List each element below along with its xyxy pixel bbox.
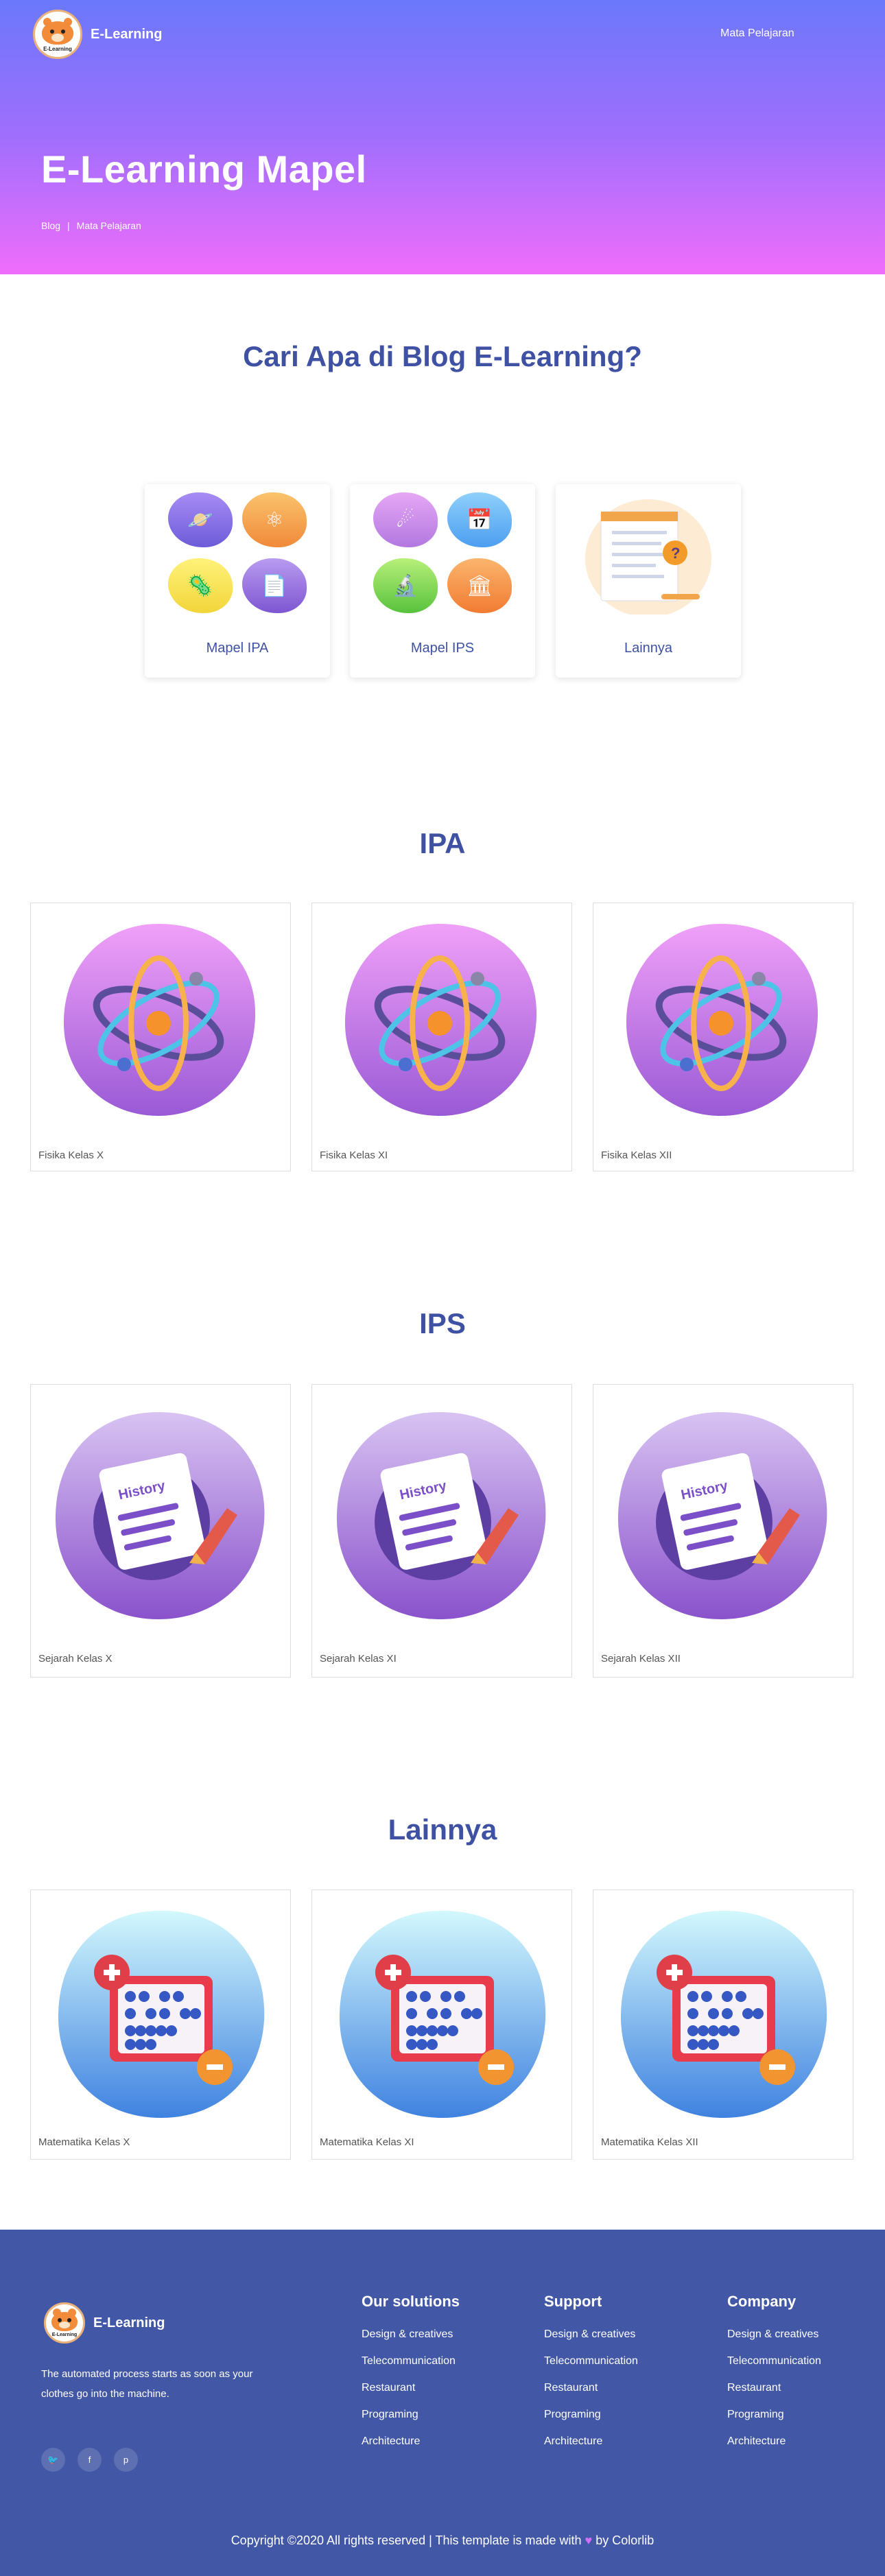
molecule-icon: ⚛ — [242, 492, 307, 547]
footer-column-support: Support Design & creatives Telecommunica… — [544, 2293, 638, 2462]
footer-link[interactable]: Programing — [544, 2409, 638, 2435]
subject-label: Fisika Kelas XI — [320, 1149, 388, 1161]
category-label: Mapel IPS — [410, 641, 475, 656]
footer-link[interactable]: Telecommunication — [727, 2355, 821, 2382]
planet-icon: 🪐 — [168, 492, 233, 547]
subject-label: Matematika Kelas XII — [601, 2136, 698, 2148]
quiz-document-icon: ? — [585, 499, 711, 617]
footer-column-title: Our solutions — [362, 2293, 460, 2310]
atom-icon — [344, 924, 537, 1116]
nav-brand[interactable]: E-Learning — [91, 27, 162, 43]
subject-label: Fisika Kelas XII — [601, 1149, 672, 1161]
category-label: Lainnya — [624, 641, 673, 656]
abacus-icon — [58, 1911, 265, 2118]
history-document-icon: History — [617, 1412, 827, 1619]
orbit-icon: ☄ — [373, 492, 438, 547]
nav-logo[interactable]: E-Learning E-Learning — [33, 10, 162, 59]
subject-card[interactable]: Fisika Kelas X — [30, 903, 291, 1171]
footer-link[interactable]: Architecture — [362, 2435, 460, 2462]
subject-label: Fisika Kelas X — [38, 1149, 104, 1161]
subject-card[interactable]: Fisika Kelas XII — [593, 903, 853, 1171]
hero-header: E-Learning E-Learning Mata Pelajaran E-L… — [0, 0, 885, 274]
section-title-ipa: IPA — [419, 827, 466, 859]
search-section-title: Cari Apa di Blog E-Learning? — [243, 340, 642, 372]
footer-column-title: Company — [727, 2293, 796, 2310]
subject-card[interactable]: Fisika Kelas XI — [311, 903, 572, 1171]
page-title: E-Learning Mapel — [41, 147, 367, 191]
heart-icon: ♥ — [585, 2533, 593, 2547]
footer-link[interactable]: Telecommunication — [362, 2355, 460, 2382]
footer-column-solutions: Our solutions Design & creatives Telecom… — [362, 2293, 460, 2462]
footer-column-company: Company Design & creatives Telecommunica… — [727, 2293, 821, 2462]
copyright-text: Copyright ©2020 All rights reserved | Th… — [231, 2533, 582, 2547]
social-links: 🐦 f p — [41, 2448, 138, 2472]
footer-link[interactable]: Architecture — [727, 2435, 821, 2462]
subject-label: Matematika Kelas XI — [320, 2136, 414, 2148]
document-icon: 📄 — [242, 558, 307, 613]
colorlib-link[interactable]: by Colorlib — [595, 2533, 654, 2547]
copyright: Copyright ©2020 All rights reserved | Th… — [0, 2533, 885, 2548]
footer-link[interactable]: Design & creatives — [727, 2328, 821, 2355]
microscope-icon: 🔬 — [373, 558, 438, 613]
category-card-ips[interactable]: ☄ 📅 🔬 🏛 Mapel IPS — [350, 484, 535, 678]
footer-logo[interactable]: E-Learning E-Learning — [44, 2302, 165, 2344]
category-label: Mapel IPA — [206, 641, 269, 656]
subject-label: Matematika Kelas X — [38, 2136, 130, 2148]
category-card-ipa[interactable]: 🪐 ⚛ 🦠 📄 Mapel IPA — [145, 484, 330, 678]
subject-card[interactable]: Matematika Kelas X — [30, 1889, 291, 2160]
footer-description: The automated process starts as soon as … — [41, 2368, 253, 2400]
breadcrumb-separator: | — [67, 220, 70, 231]
footer-link[interactable]: Programing — [362, 2409, 460, 2435]
section-title-ips: IPS — [419, 1307, 466, 1339]
subject-card[interactable]: Matematika Kelas XII — [593, 1889, 853, 2160]
twitter-icon[interactable]: 🐦 — [41, 2448, 65, 2472]
breadcrumb: Blog | Mata Pelajaran — [41, 220, 141, 231]
breadcrumb-home[interactable]: Blog — [41, 220, 60, 231]
footer-link[interactable]: Restaurant — [362, 2382, 460, 2409]
subject-card[interactable]: Matematika Kelas XI — [311, 1889, 572, 2160]
pinterest-icon[interactable]: p — [114, 2448, 138, 2472]
abacus-icon — [620, 1911, 827, 2118]
footer-link[interactable]: Design & creatives — [544, 2328, 638, 2355]
facebook-icon[interactable]: f — [78, 2448, 102, 2472]
footer-link[interactable]: Design & creatives — [362, 2328, 460, 2355]
subject-label: Sejarah Kelas X — [38, 1653, 113, 1665]
atom-icon — [63, 924, 256, 1116]
svg-text:?: ? — [671, 545, 680, 562]
subject-label: Sejarah Kelas XI — [320, 1653, 397, 1665]
footer: E-Learning E-Learning The automated proc… — [0, 2230, 885, 2576]
history-document-icon: History — [55, 1412, 265, 1619]
bacteria-icon: 🦠 — [168, 558, 233, 613]
footer-link[interactable]: Architecture — [544, 2435, 638, 2462]
history-document-icon: History — [336, 1412, 546, 1619]
building-icon: 🏛 — [447, 558, 512, 613]
footer-brand: E-Learning — [93, 2315, 165, 2330]
tiger-logo-icon: E-Learning — [44, 2302, 85, 2344]
footer-link[interactable]: Restaurant — [727, 2382, 821, 2409]
subject-card[interactable]: History Sejarah Kelas X — [30, 1384, 291, 1678]
footer-link[interactable]: Telecommunication — [544, 2355, 638, 2382]
tiger-logo-icon: E-Learning — [33, 10, 82, 59]
calendar-icon: 📅 — [447, 492, 512, 547]
subject-card[interactable]: History Sejarah Kelas XI — [311, 1384, 572, 1678]
subject-label: Sejarah Kelas XII — [601, 1653, 681, 1665]
nav-link-mata-pelajaran[interactable]: Mata Pelajaran — [720, 27, 794, 40]
atom-icon — [626, 924, 818, 1116]
footer-column-title: Support — [544, 2293, 602, 2310]
footer-link[interactable]: Restaurant — [544, 2382, 638, 2409]
footer-link[interactable]: Programing — [727, 2409, 821, 2435]
section-title-lainnya: Lainnya — [388, 1813, 497, 1846]
subject-card[interactable]: History Sejarah Kelas XII — [593, 1384, 853, 1678]
breadcrumb-current: Mata Pelajaran — [76, 220, 141, 231]
category-card-lainnya[interactable]: ? Lainnya — [556, 484, 741, 678]
abacus-icon — [339, 1911, 546, 2118]
